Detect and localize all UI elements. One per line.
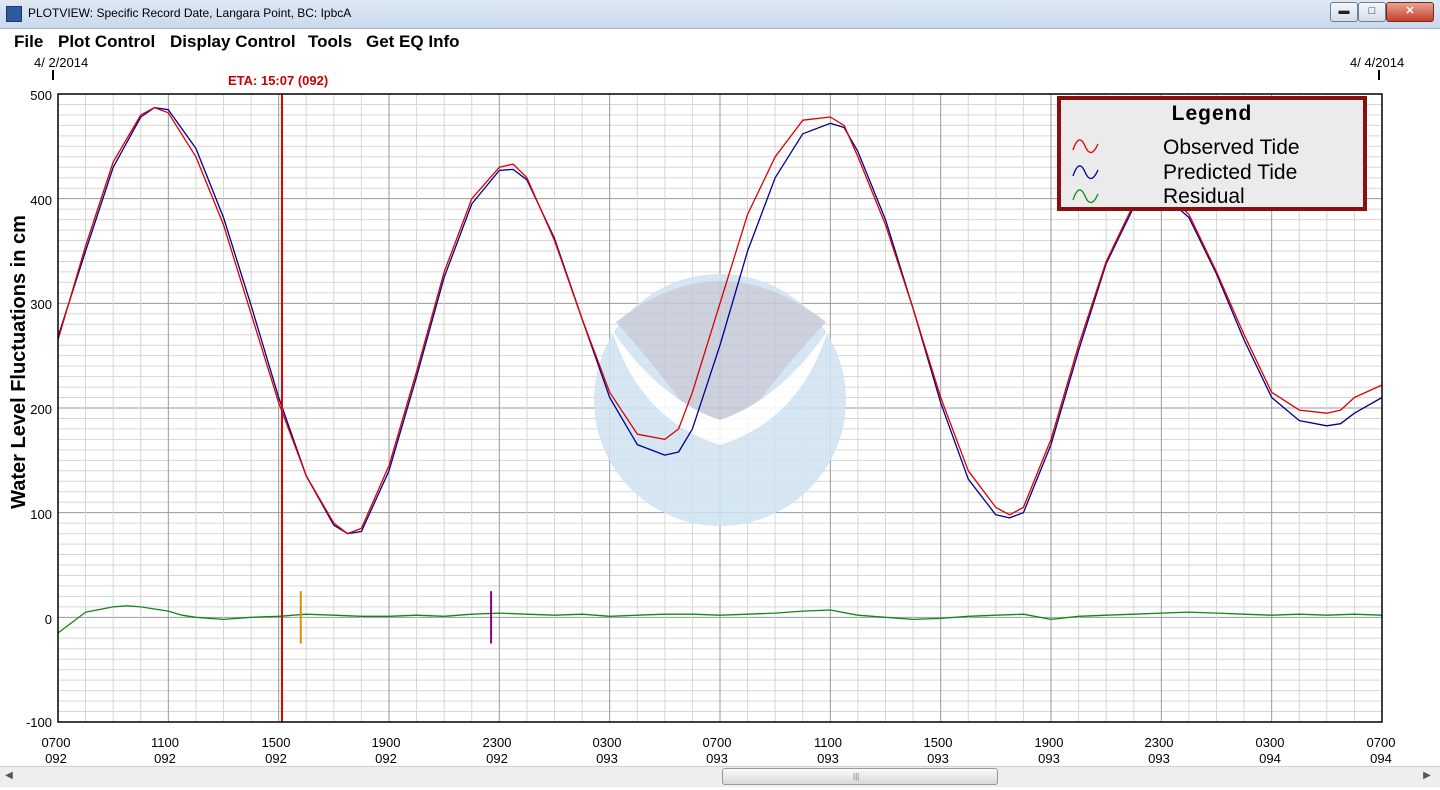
legend: Legend Observed Tide Predicted Tide Resi… bbox=[1057, 96, 1367, 211]
residual-swatch-icon bbox=[1072, 189, 1099, 204]
predicted-tide-swatch-icon bbox=[1072, 165, 1099, 180]
scroll-thumb[interactable]: ||| bbox=[722, 768, 998, 785]
legend-residual: Residual bbox=[1163, 185, 1245, 208]
horizontal-scrollbar[interactable]: ◀ ||| ▶ bbox=[0, 766, 1440, 787]
scroll-right-icon[interactable]: ▶ bbox=[1420, 769, 1434, 783]
legend-observed-tide: Observed Tide bbox=[1163, 136, 1300, 159]
legend-predicted-tide: Predicted Tide bbox=[1163, 161, 1298, 184]
grip-icon: ||| bbox=[853, 772, 860, 781]
observed-tide-swatch-icon bbox=[1072, 139, 1099, 154]
noaa-watermark-logo bbox=[594, 274, 846, 526]
legend-title: Legend bbox=[1171, 102, 1253, 125]
scroll-left-icon[interactable]: ◀ bbox=[2, 769, 16, 783]
